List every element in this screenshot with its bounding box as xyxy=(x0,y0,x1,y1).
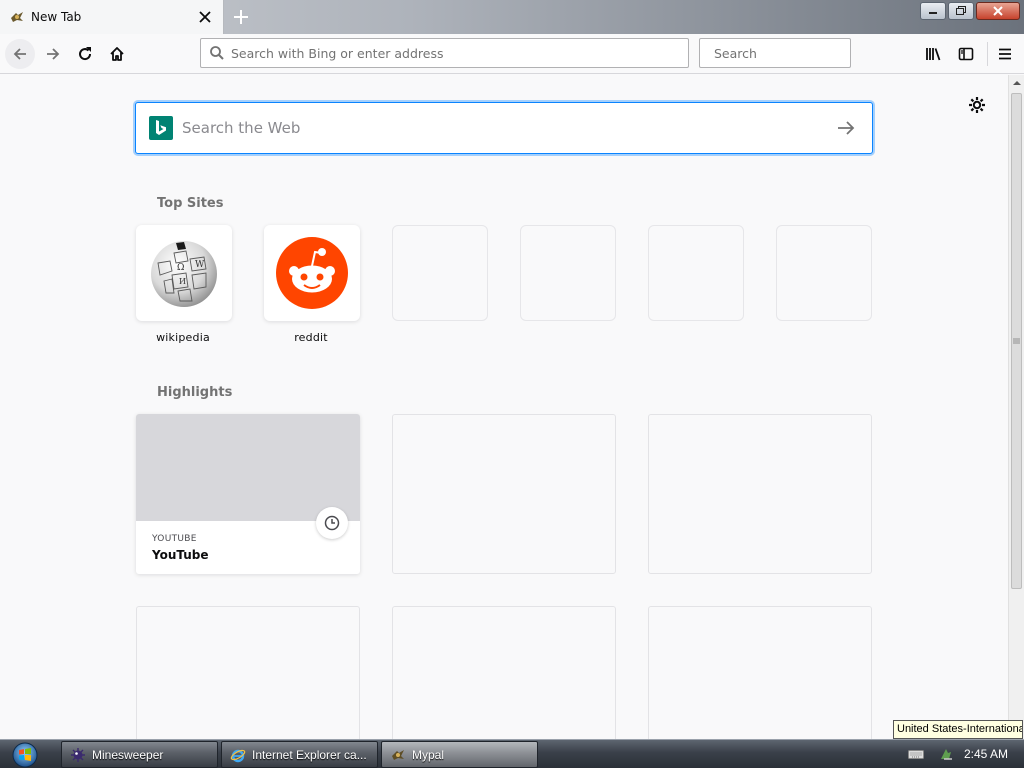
mypal-favicon-icon xyxy=(9,9,25,25)
reload-icon xyxy=(79,47,92,61)
highlight-placeholder xyxy=(392,414,616,574)
new-tab-page: Top Sites Ω W И wikipedia reddit H xyxy=(0,75,1008,739)
svg-text:Ω: Ω xyxy=(177,263,184,273)
top-site-placeholder xyxy=(776,225,872,321)
highlight-preview xyxy=(136,414,360,521)
top-site-label: reddit xyxy=(294,331,328,344)
top-site-placeholder xyxy=(648,225,744,321)
highlight-placeholder xyxy=(392,606,616,739)
navigation-toolbar xyxy=(0,34,1024,74)
highlight-title: YouTube xyxy=(152,548,209,562)
restore-icon[interactable] xyxy=(948,2,974,20)
highlights-heading: Highlights xyxy=(157,385,233,400)
wikipedia-globe-icon: Ω W И xyxy=(151,241,217,307)
network-icon[interactable] xyxy=(938,746,954,762)
top-site-placeholder xyxy=(392,225,488,321)
tab-strip: New Tab xyxy=(0,0,1024,34)
web-search-input[interactable] xyxy=(182,119,826,137)
taskbar: Minesweeper Internet Explorer ca... Mypa… xyxy=(0,739,1024,768)
toolbar-separator xyxy=(987,42,988,66)
taskbar-item-mypal[interactable]: Mypal xyxy=(381,741,538,768)
sidebar-icon xyxy=(958,47,974,61)
forward-button[interactable] xyxy=(38,39,68,69)
window-controls xyxy=(920,2,1020,20)
taskbar-item-label: Mypal xyxy=(412,747,445,762)
taskbar-item-label: Minesweeper xyxy=(92,747,164,762)
sidebar-button[interactable] xyxy=(952,40,980,68)
taskbar-clock[interactable]: 2:45 AM xyxy=(964,747,1008,761)
top-site-label: wikipedia xyxy=(156,331,210,344)
back-icon xyxy=(13,48,26,60)
library-icon xyxy=(926,48,941,61)
search-icon xyxy=(210,46,224,60)
vertical-scrollbar[interactable] xyxy=(1008,75,1024,739)
scrollbar-thumb[interactable] xyxy=(1011,93,1022,589)
scroll-up-icon[interactable] xyxy=(1009,75,1024,91)
new-tab-button[interactable] xyxy=(228,4,254,30)
minesweeper-icon xyxy=(70,747,86,763)
search-bar[interactable] xyxy=(699,38,870,68)
library-button[interactable] xyxy=(920,40,948,68)
tab-close-icon[interactable] xyxy=(193,5,217,29)
reddit-icon xyxy=(276,237,348,309)
highlight-card-youtube[interactable]: YOUTUBE YouTube xyxy=(136,414,360,574)
reload-button[interactable] xyxy=(70,39,100,69)
top-site-wikipedia[interactable]: Ω W И xyxy=(136,225,232,321)
tab-title: New Tab xyxy=(31,10,82,24)
menu-icon xyxy=(999,48,1011,60)
top-site-reddit[interactable] xyxy=(264,225,360,321)
gear-icon[interactable] xyxy=(966,94,988,116)
system-tray: 2:45 AM xyxy=(898,740,1024,768)
forward-icon xyxy=(47,48,60,60)
home-icon xyxy=(110,47,124,61)
highlight-placeholder xyxy=(648,414,872,574)
plus-icon xyxy=(234,10,248,24)
windows-logo-icon xyxy=(12,742,38,767)
url-bar[interactable] xyxy=(200,38,689,68)
clock-icon xyxy=(316,507,348,539)
top-site-placeholder xyxy=(520,225,616,321)
keyboard-icon[interactable] xyxy=(907,746,924,762)
menu-button[interactable] xyxy=(991,40,1019,68)
highlight-hostname: YOUTUBE xyxy=(152,534,197,544)
web-search-box[interactable] xyxy=(135,102,873,154)
internet-explorer-icon xyxy=(230,747,246,763)
taskbar-item-label: Internet Explorer ca... xyxy=(252,747,367,762)
svg-text:W: W xyxy=(195,260,205,270)
mypal-icon xyxy=(390,747,406,763)
taskbar-item-minesweeper[interactable]: Minesweeper xyxy=(61,741,218,768)
minimize-icon[interactable] xyxy=(920,2,946,20)
top-sites-heading: Top Sites xyxy=(157,196,224,211)
keyboard-layout-tooltip: United States-International xyxy=(893,720,1023,739)
highlight-placeholder xyxy=(136,606,360,739)
url-input[interactable] xyxy=(231,45,688,61)
svg-text:И: И xyxy=(179,277,186,286)
search-submit-arrow-icon[interactable] xyxy=(826,108,866,148)
tab-new-tab[interactable]: New Tab xyxy=(0,0,224,34)
back-button[interactable] xyxy=(5,39,35,69)
start-button[interactable] xyxy=(8,741,42,768)
home-button[interactable] xyxy=(102,39,132,69)
search-input[interactable] xyxy=(714,45,870,61)
highlight-placeholder xyxy=(648,606,872,739)
window-close-icon[interactable] xyxy=(976,2,1020,20)
taskbar-item-internet-explorer[interactable]: Internet Explorer ca... xyxy=(221,741,378,768)
bing-logo-icon xyxy=(149,116,173,140)
